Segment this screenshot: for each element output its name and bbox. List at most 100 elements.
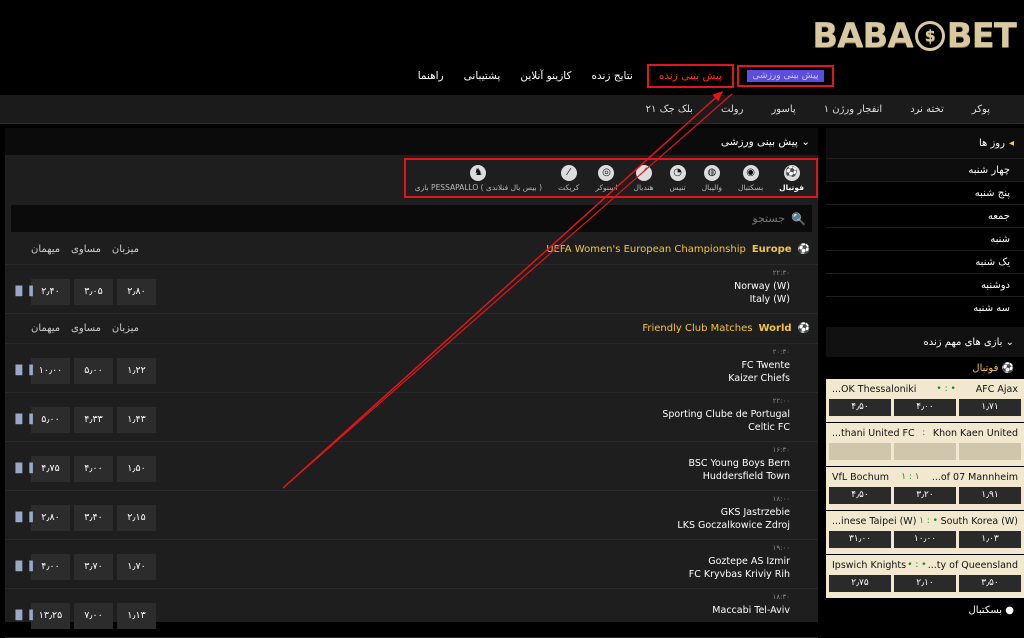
odd-button[interactable]: ۱٫۵۰ <box>117 456 156 482</box>
subnav-poker[interactable]: پوکر <box>958 104 1004 115</box>
main-header[interactable]: ⌄ پیش بینی ورزشی <box>5 128 818 155</box>
day-item[interactable]: یک شنبه <box>826 250 1024 273</box>
odd-button[interactable]: ۲٫۸۰ <box>31 505 70 531</box>
odd-button[interactable] <box>829 443 891 460</box>
day-item[interactable]: پنج شنبه <box>826 181 1024 204</box>
odd-button[interactable]: ۳٫۲۰ <box>894 487 956 504</box>
odd-button[interactable]: ۱۰٫۰۰ <box>31 358 70 384</box>
nav-live-results[interactable]: نتایج زنده <box>581 64 642 88</box>
live-match-card[interactable]: AFC Ajax • : • ...OK Thessaloniki ۱٫۷۱ ۴٫۰۰ ۴… <box>826 379 1024 422</box>
sport-tab-tennis[interactable]: ◔ تنیس <box>662 164 694 192</box>
subnav-backgammon[interactable]: تخته نرد <box>896 104 958 115</box>
live-match-card[interactable]: Khon Kaen United: ...thani United FC <box>826 423 1024 466</box>
odd-button[interactable]: ۱٫۲۲ <box>117 358 156 384</box>
odd-button[interactable]: ۲٫۴۰ <box>31 279 70 305</box>
nav-support[interactable]: پشتیبانی <box>454 64 511 88</box>
search-bar: 🔍 <box>11 205 812 232</box>
odd-button[interactable]: ۱٫۷۰ <box>117 554 156 580</box>
stats-chart-icon[interactable]: ▐▌▐ <box>12 366 33 376</box>
odd-button[interactable]: ۴٫۰۰ <box>31 554 70 580</box>
match-row[interactable]: ۱۶:۳۰ BSC Young Boys Bern Huddersfield Tow… <box>5 442 818 491</box>
league-name: Friendly Club Matches <box>642 323 753 334</box>
chevron-down-icon: ⌄ <box>801 135 810 148</box>
odd-button[interactable]: ۵٫۰۰ <box>74 358 113 384</box>
days-title: روز ها <box>978 137 1005 149</box>
sport-tab-cricket[interactable]: ⁄ کریکت <box>550 164 587 192</box>
live-sport-header[interactable]: ⚽ فوتبال <box>826 357 1024 379</box>
odd-button[interactable]: ۲٫۸۰ <box>117 279 156 305</box>
odd-button[interactable]: ۴٫۷۵ <box>31 456 70 482</box>
odd-button[interactable]: ۱۳٫۲۵ <box>31 603 70 629</box>
odd-button[interactable]: ۴٫۵۰ <box>829 399 891 416</box>
odd-button[interactable]: ۳٫۷۰ <box>74 554 113 580</box>
odd-button[interactable] <box>959 443 1021 460</box>
main-title: پیش بینی ورزشی <box>720 135 798 148</box>
basketball-header[interactable]: ● بسکتبال <box>826 599 1024 621</box>
odd-button[interactable]: ۵٫۰۰ <box>31 407 70 433</box>
sport-tab-football[interactable]: ⚽ فوتبال <box>771 164 812 192</box>
odd-button[interactable]: ۱٫۱۳ <box>117 603 156 629</box>
nav-sport-betting[interactable]: پیش بینی ورزشی <box>737 65 834 87</box>
home-team: FC Twente <box>741 360 790 371</box>
match-row[interactable]: ۱۸:۳۰ Maccabi Tel-Aviv ۱۳٫۲۵ ۷٫۰۰ ۱٫۱۳ ▐▌▐ <box>5 589 818 638</box>
nav-help[interactable]: راهنما <box>408 64 454 88</box>
odd-button[interactable]: ۱٫۴۳ <box>117 407 156 433</box>
col-draw: مساوی <box>71 323 102 334</box>
away-team: LKS Goczalkowice Zdroj <box>677 519 790 531</box>
odd-button[interactable]: ۳٫۴۰ <box>74 505 113 531</box>
live-match-card[interactable]: South Korea (W) ۱ : • ...inese Taipei (W) ۱… <box>826 511 1024 554</box>
sport-tab-pesapallo[interactable]: ♞ بازی PESSAPALLO ( بیس بال فنلاندی ) <box>407 164 550 192</box>
match-row[interactable]: ۲۰:۳۰ FC Twente Kaizer Chiefs ۱۰٫۰۰ ۵٫۰۰ ۱٫۲۲… <box>5 344 818 393</box>
nav-online-casino[interactable]: کازینو آنلاین <box>510 64 581 88</box>
stats-chart-icon[interactable]: ▐▌▐ <box>12 513 33 523</box>
odd-button[interactable]: ۴٫۳۳ <box>74 407 113 433</box>
sport-tab-handball[interactable]: ⟋ هندبال <box>626 164 662 192</box>
odd-button[interactable]: ۱٫۷۱ <box>959 399 1021 416</box>
live-match-card[interactable]: ...ty of Queensland • : • Ipswich Knights ۳… <box>826 555 1024 598</box>
day-item[interactable]: چهار شنبه <box>826 158 1024 181</box>
search-input[interactable] <box>25 212 786 225</box>
day-item[interactable]: شنبه <box>826 227 1024 250</box>
odd-button[interactable]: ۴٫۵۰ <box>829 487 891 504</box>
odd-button[interactable]: ۴٫۰۰ <box>894 399 956 416</box>
home-team: ...of 07 Mannheim <box>931 471 1018 483</box>
col-away: میهمان <box>31 323 61 334</box>
stats-chart-icon[interactable]: ▐▌▐ <box>12 464 33 474</box>
subnav-blackjack[interactable]: بلک جک ۲۱ <box>632 104 707 115</box>
days-header[interactable]: ◂ روز ها <box>826 128 1024 158</box>
match-row[interactable]: ۲۲:۳۰ Norway (W) Italy (W) ۲٫۴۰ ۳٫۰۵ ۲٫۸۰ ▐▌▐ <box>5 265 818 314</box>
odd-button[interactable]: ۴٫۰۰ <box>74 456 113 482</box>
stats-chart-icon[interactable]: ▐▌▐ <box>12 611 33 621</box>
subnav-pasur[interactable]: پاسور <box>757 104 809 115</box>
match-row[interactable]: ۲۲:۰۰ Sporting Clube de Portugal Celtic FC… <box>5 393 818 442</box>
odd-button[interactable] <box>894 443 956 460</box>
stats-chart-icon[interactable]: ▐▌▐ <box>12 287 33 297</box>
odd-button[interactable]: ۱٫۰۳ <box>959 531 1021 548</box>
subnav-crash[interactable]: انفجار ورژن ۱ <box>810 104 897 115</box>
match-row[interactable]: ۱۸:۰۰ GKS Jastrzebie LKS Goczalkowice Zdro… <box>5 491 818 540</box>
odd-button[interactable]: ۱٫۹۱ <box>959 487 1021 504</box>
odd-button[interactable]: ۲٫۱۰ <box>894 575 956 592</box>
live-matches-header[interactable]: ⌄ بازی های مهم زنده <box>826 327 1024 357</box>
stats-chart-icon[interactable]: ▐▌▐ <box>12 562 33 572</box>
odd-button[interactable]: ۳٫۵۰ <box>959 575 1021 592</box>
live-match-card[interactable]: ...of 07 Mannheim ۱ : ۱ VfL Bochum ۱٫۹۱ ۳٫۲۰… <box>826 467 1024 510</box>
odd-button[interactable]: ۲٫۷۵ <box>829 575 891 592</box>
subnav-roulette[interactable]: رولت <box>707 104 758 115</box>
day-item[interactable]: دوشنبه <box>826 273 1024 296</box>
sport-tab-basketball[interactable]: ◉ بسکتبال <box>730 164 771 192</box>
sport-tab-snooker[interactable]: ◎ اسنوکر <box>587 164 625 192</box>
day-item[interactable]: سه شنبه <box>826 296 1024 319</box>
match-row[interactable]: ۱۹:۰۰ Goztepe AS Izmir FC Kryvbas Kriviy R… <box>5 540 818 589</box>
odd-button[interactable]: ۷٫۰۰ <box>74 603 113 629</box>
odd-button[interactable]: ۱۰٫۰۰ <box>894 531 956 548</box>
odd-button[interactable]: ۲٫۱۵ <box>117 505 156 531</box>
search-icon[interactable]: 🔍 <box>791 212 806 226</box>
nav-live-betting[interactable]: پیش بینی زنده <box>646 64 734 88</box>
odd-button[interactable]: ۳۱٫۰۰ <box>829 531 891 548</box>
day-item[interactable]: جمعه <box>826 204 1024 227</box>
odd-button[interactable]: ۳٫۰۵ <box>74 279 113 305</box>
site-logo[interactable]: BABA $ BET <box>812 12 1017 60</box>
stats-chart-icon[interactable]: ▐▌▐ <box>12 415 33 425</box>
sport-tab-volleyball[interactable]: ◍ والیبال <box>694 164 730 192</box>
